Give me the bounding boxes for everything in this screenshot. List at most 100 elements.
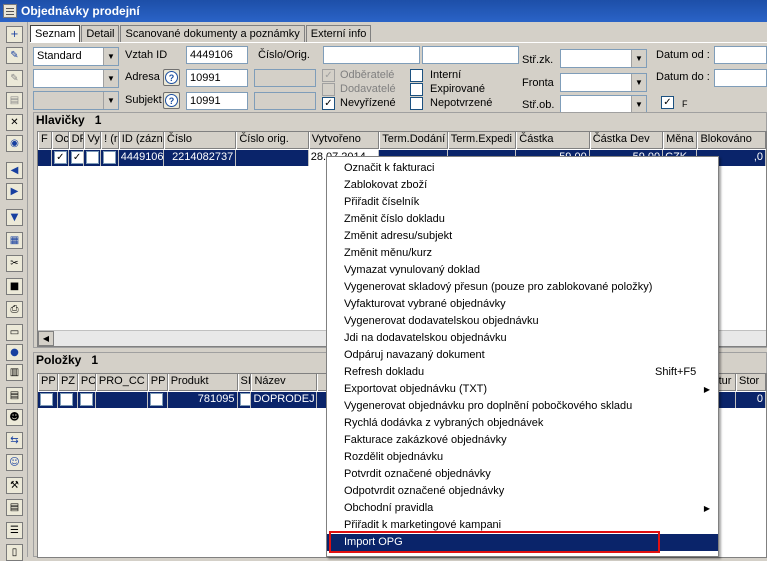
adresa-lookup-button[interactable]: ?: [163, 69, 180, 86]
wrench-icon[interactable]: ⚒: [6, 477, 23, 494]
col-pp2[interactable]: PP: [147, 374, 168, 391]
interni-checkbox[interactable]: [410, 69, 423, 82]
dodavatele-checkbox[interactable]: [322, 83, 335, 96]
subjekt-lookup-button[interactable]: ?: [163, 92, 180, 109]
menu-item-odparuj-dokument[interactable]: Odpáruj navazaný dokument: [327, 347, 718, 364]
col-castka-dev[interactable]: Částka Dev: [589, 132, 664, 149]
report-icon[interactable]: ▤: [6, 499, 23, 516]
tools-icon[interactable]: ✂: [6, 255, 23, 272]
col-df[interactable]: DF: [68, 132, 85, 149]
datum-od-input[interactable]: [714, 46, 767, 64]
next-icon[interactable]: ▶: [6, 183, 23, 200]
users-icon[interactable]: ☻: [6, 409, 23, 426]
cell-po[interactable]: [78, 392, 96, 408]
chevron-down-icon[interactable]: ▼: [631, 96, 646, 113]
menu-item-priradit-ciselnik[interactable]: Přiřadit číselník: [327, 194, 718, 211]
menu-item-oznacit-k-fakturaci[interactable]: Označit k fakturaci: [327, 160, 718, 177]
scroll-left-icon[interactable]: ◀: [38, 331, 54, 346]
strzk-combo[interactable]: ▼: [560, 49, 647, 68]
col-vytvoreno[interactable]: Vytvořeno: [308, 132, 380, 149]
menu-item-rychla-dodavka[interactable]: Rychlá dodávka z vybraných objednávek: [327, 415, 718, 432]
cislo-input[interactable]: [323, 46, 420, 64]
expirovane-checkbox[interactable]: [410, 83, 423, 96]
list-icon[interactable]: ☰: [6, 522, 23, 539]
odberatele-checkbox[interactable]: ✓: [322, 69, 335, 82]
grid-icon[interactable]: ▦: [6, 232, 23, 249]
copy-icon[interactable]: ▤: [6, 92, 23, 109]
f-checkbox[interactable]: ✓: [661, 96, 674, 109]
col-cislo[interactable]: Číslo: [163, 132, 237, 149]
col-term-expedice[interactable]: Term.Expedi: [447, 132, 517, 149]
menu-item-vygenerovat-skladovy-presun[interactable]: Vygenerovat skladový přesun (pouze pro z…: [327, 279, 718, 296]
col-id[interactable]: ID (zázn: [118, 132, 164, 149]
col-po[interactable]: PO: [77, 374, 96, 391]
vztah-id-input[interactable]: 4449106: [186, 46, 248, 64]
menu-item-rozdelit[interactable]: Rozdělit objednávku: [327, 449, 718, 466]
chevron-down-icon[interactable]: ▼: [103, 92, 118, 109]
prev-icon[interactable]: ◀: [6, 162, 23, 179]
menu-item-vygenerovat-pobockovy[interactable]: Vygenerovat objednávku pro doplnění pobo…: [327, 398, 718, 415]
col-pz[interactable]: PZ: [57, 374, 78, 391]
col-castka[interactable]: Částka: [516, 132, 590, 149]
chevron-down-icon[interactable]: ▼: [631, 74, 646, 91]
circle-icon[interactable]: ●: [6, 344, 23, 361]
secondary-combo[interactable]: ▼: [33, 69, 119, 88]
monitor-icon[interactable]: ▭: [6, 324, 23, 341]
print-icon[interactable]: ⎙: [6, 301, 23, 318]
filter-icon[interactable]: ▼: [6, 209, 23, 226]
nevyrizene-checkbox[interactable]: ✓: [322, 97, 335, 110]
lock-icon[interactable]: ■: [6, 278, 23, 295]
menu-item-vygenerovat-dodavatelskou[interactable]: Vygenerovat dodavatelskou objednávku: [327, 313, 718, 330]
row-checkbox[interactable]: [149, 393, 163, 406]
page-icon[interactable]: ▯: [6, 544, 23, 561]
chevron-down-icon[interactable]: ▼: [631, 50, 646, 67]
row-checkbox[interactable]: [59, 393, 73, 406]
menu-item-refresh-dokladu[interactable]: Refresh dokladu Shift+F5: [327, 364, 718, 381]
row-checkbox[interactable]: [40, 393, 53, 406]
new-record-icon[interactable]: +: [6, 26, 23, 43]
cell-df[interactable]: ✓: [69, 150, 85, 166]
menu-item-zmenit-menu[interactable]: Změnit měnu/kurz: [327, 245, 718, 262]
col-mena[interactable]: Měna: [663, 132, 698, 149]
col-blokovano[interactable]: Blokováno: [697, 132, 766, 149]
fronta-combo[interactable]: ▼: [560, 73, 647, 92]
cell-si[interactable]: [238, 392, 252, 408]
view-combo[interactable]: Standard ▼: [33, 47, 119, 66]
cell-pp[interactable]: [38, 392, 58, 408]
adresa-input[interactable]: 10991: [186, 69, 248, 87]
edit-icon[interactable]: ✎: [6, 47, 23, 64]
menu-item-potvrdit[interactable]: Potvrdit označené objednávky: [327, 466, 718, 483]
row-checkbox[interactable]: ✓: [70, 151, 84, 164]
delete-icon[interactable]: ✕: [6, 114, 23, 131]
tab-external-info[interactable]: Externí info: [305, 25, 372, 43]
chevron-down-icon[interactable]: ▼: [103, 70, 118, 87]
row-checkbox[interactable]: [103, 151, 117, 164]
group-icon[interactable]: ☺: [6, 454, 23, 471]
row-checkbox[interactable]: [86, 151, 100, 164]
refresh-icon[interactable]: ◉: [6, 135, 23, 152]
cell-pz[interactable]: [58, 392, 78, 408]
cell-oc[interactable]: ✓: [52, 150, 69, 166]
datum-do-input[interactable]: [714, 69, 767, 87]
edit-disabled-icon[interactable]: ✎: [6, 70, 23, 87]
col-r[interactable]: ! (r: [101, 132, 119, 149]
row-checkbox[interactable]: ✓: [53, 151, 67, 164]
col-vy[interactable]: Vy: [84, 132, 102, 149]
menu-item-zablokovat-zbozi[interactable]: Zablokovat zboží: [327, 177, 718, 194]
menu-item-jdi-na-dodavatelskou[interactable]: Jdi na dodavatelskou objednávku: [327, 330, 718, 347]
tab-detail[interactable]: Detail: [81, 25, 120, 43]
notes-icon[interactable]: ▤: [6, 387, 23, 404]
menu-item-fakturace-zakazkove[interactable]: Fakturace zakázkové objednávky: [327, 432, 718, 449]
nepotvrzene-checkbox[interactable]: [410, 97, 423, 110]
col-si[interactable]: SI: [237, 374, 252, 391]
tab-scanned-documents[interactable]: Scanované dokumenty a poznámky: [120, 25, 305, 43]
cell-r[interactable]: [101, 150, 119, 166]
col-storno[interactable]: Stor: [736, 374, 766, 391]
menu-item-exportovat-txt[interactable]: Exportovat objednávku (TXT) ▶: [327, 381, 718, 398]
cell-pp2[interactable]: [148, 392, 168, 408]
subjekt-input[interactable]: 10991: [186, 92, 248, 110]
col-nazev[interactable]: Název: [251, 374, 318, 391]
menu-item-obchodni-pravidla[interactable]: Obchodní pravidla ▶: [327, 500, 718, 517]
col-f[interactable]: F: [38, 132, 52, 149]
cell-vy[interactable]: [84, 150, 102, 166]
